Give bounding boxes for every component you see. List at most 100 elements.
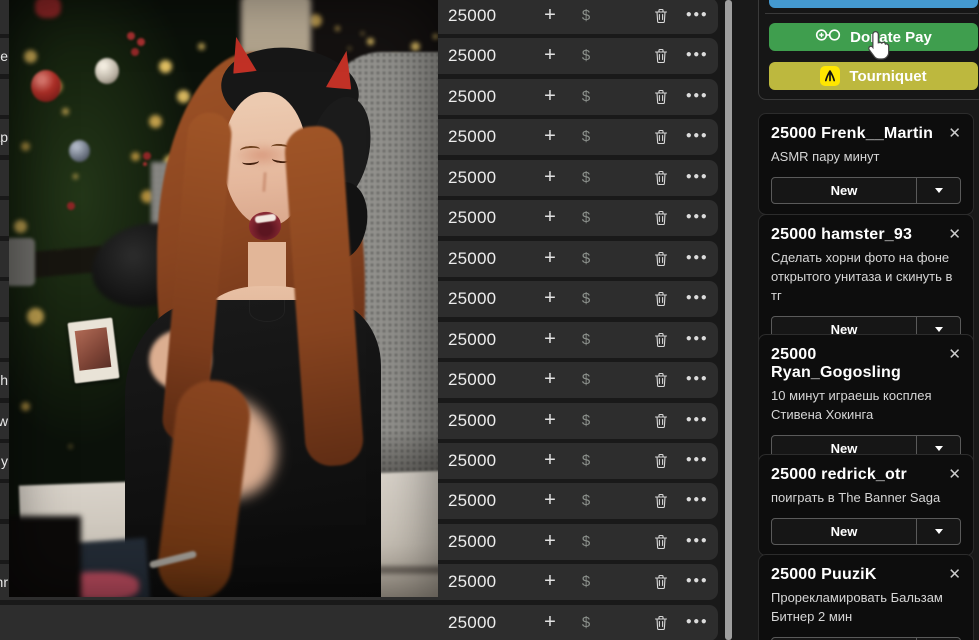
add-button[interactable]: +	[536, 79, 564, 114]
more-options-button[interactable]: ●●●	[683, 281, 711, 315]
trash-icon[interactable]	[647, 48, 675, 69]
add-button[interactable]: +	[536, 200, 564, 235]
add-button[interactable]: +	[536, 403, 564, 438]
donation-card: 25000 PuuziK ✕ Прорекламировать Бальзам Би…	[758, 554, 974, 640]
donation-card-header: 25000 hamster_93 ✕	[771, 226, 961, 244]
trash-icon[interactable]	[647, 493, 675, 514]
add-button[interactable]: +	[536, 564, 564, 599]
row-label-fragment: -w	[0, 413, 8, 429]
trash-icon[interactable]	[647, 129, 675, 150]
currency-button[interactable]: $	[572, 483, 600, 519]
currency-button[interactable]: $	[572, 79, 600, 115]
row-label-fragment: nr	[0, 574, 8, 590]
donation-card: 25000 hamster_93 ✕ Сделать хорни фото на ф…	[758, 214, 974, 354]
currency-button[interactable]: $	[572, 38, 600, 74]
add-button[interactable]: +	[536, 443, 564, 478]
trash-icon[interactable]	[647, 453, 675, 474]
dropdown-caret-button[interactable]	[916, 518, 960, 544]
more-options-button[interactable]: ●●●	[683, 241, 711, 275]
more-options-button[interactable]: ●●●	[683, 605, 711, 639]
add-button[interactable]: +	[536, 362, 564, 397]
currency-button[interactable]: $	[572, 119, 600, 155]
currency-button[interactable]: $	[572, 564, 600, 600]
status-label[interactable]: New	[772, 519, 916, 544]
add-button[interactable]: +	[536, 281, 564, 316]
currency-button[interactable]: $	[572, 0, 600, 34]
more-options-button[interactable]: ●●●	[683, 119, 711, 153]
currency-button[interactable]: $	[572, 200, 600, 236]
trash-icon[interactable]	[647, 291, 675, 312]
webcam-video	[9, 0, 438, 597]
close-icon[interactable]: ✕	[942, 566, 961, 584]
more-options-button[interactable]: ●●●	[683, 403, 711, 437]
more-options-button[interactable]: ●●●	[683, 483, 711, 517]
trash-icon[interactable]	[647, 372, 675, 393]
more-options-button[interactable]: ●●●	[683, 200, 711, 234]
status-dropdown[interactable]: New	[771, 517, 961, 545]
currency-button[interactable]: $	[572, 322, 600, 358]
reward-cost-value: 25000	[448, 532, 497, 551]
more-options-button[interactable]: ●●●	[683, 322, 711, 356]
trash-icon[interactable]	[647, 210, 675, 231]
more-options-button[interactable]: ●●●	[683, 79, 711, 113]
scrolled-service-button[interactable]	[769, 0, 978, 8]
add-button[interactable]: +	[536, 160, 564, 195]
add-button[interactable]: +	[536, 605, 564, 640]
donation-amount: 25000	[771, 466, 817, 483]
currency-button[interactable]: $	[572, 160, 600, 196]
donation-card-header: 25000 Frenk__Martin ✕	[771, 125, 961, 143]
donate-pay-icon	[815, 27, 841, 47]
add-button[interactable]: +	[536, 524, 564, 559]
currency-button[interactable]: $	[572, 403, 600, 439]
reward-cost-value: 25000	[448, 411, 497, 430]
trash-icon[interactable]	[647, 332, 675, 353]
more-options-button[interactable]: ●●●	[683, 160, 711, 194]
trash-icon[interactable]	[647, 8, 675, 29]
trash-icon[interactable]	[647, 574, 675, 595]
panel-divider	[765, 13, 978, 14]
more-options-button[interactable]: ●●●	[683, 524, 711, 558]
donation-title: 25000 redrick_otr	[771, 466, 942, 484]
close-icon[interactable]: ✕	[942, 466, 961, 484]
currency-button[interactable]: $	[572, 524, 600, 560]
reward-cost-value: 25000	[448, 46, 497, 65]
currency-button[interactable]: $	[572, 362, 600, 398]
more-options-button[interactable]: ●●●	[683, 0, 711, 32]
trash-icon[interactable]	[647, 170, 675, 191]
currency-button[interactable]: $	[572, 443, 600, 479]
add-button[interactable]: +	[536, 322, 564, 357]
donation-card: 25000 redrick_otr ✕ поиграть в The Banner …	[758, 454, 974, 556]
trash-icon[interactable]	[647, 615, 675, 636]
add-button[interactable]: +	[536, 38, 564, 73]
reward-cost-value: 25000	[448, 613, 497, 632]
close-icon[interactable]: ✕	[942, 346, 961, 364]
add-button[interactable]: +	[536, 119, 564, 154]
donation-title: 25000 Frenk__Martin	[771, 125, 942, 143]
more-options-button[interactable]: ●●●	[683, 564, 711, 598]
currency-button[interactable]: $	[572, 605, 600, 640]
status-label[interactable]: New	[772, 178, 916, 203]
tourniquet-icon	[820, 66, 841, 86]
add-button[interactable]: +	[536, 483, 564, 518]
donation-description: 10 минут играешь косплея Стивена Хокинга	[771, 388, 932, 422]
table-row: 25000 + $ ●●●	[0, 605, 718, 640]
trash-icon[interactable]	[647, 89, 675, 110]
close-icon[interactable]: ✕	[942, 125, 961, 143]
currency-button[interactable]: $	[572, 241, 600, 277]
scrollbar[interactable]	[725, 0, 732, 640]
currency-button[interactable]: $	[572, 281, 600, 317]
add-button[interactable]: +	[536, 0, 564, 33]
dropdown-caret-button[interactable]	[916, 177, 960, 203]
trash-icon[interactable]	[647, 251, 675, 272]
trash-icon[interactable]	[647, 413, 675, 434]
close-icon[interactable]: ✕	[942, 226, 961, 244]
status-dropdown[interactable]: New	[771, 176, 961, 204]
tourniquet-button[interactable]: Tourniquet	[769, 62, 978, 90]
add-button[interactable]: +	[536, 241, 564, 276]
donation-title: 25000 hamster_93	[771, 226, 942, 244]
reward-cost-value: 25000	[448, 208, 497, 227]
trash-icon[interactable]	[647, 534, 675, 555]
more-options-button[interactable]: ●●●	[683, 443, 711, 477]
more-options-button[interactable]: ●●●	[683, 362, 711, 396]
more-options-button[interactable]: ●●●	[683, 38, 711, 72]
